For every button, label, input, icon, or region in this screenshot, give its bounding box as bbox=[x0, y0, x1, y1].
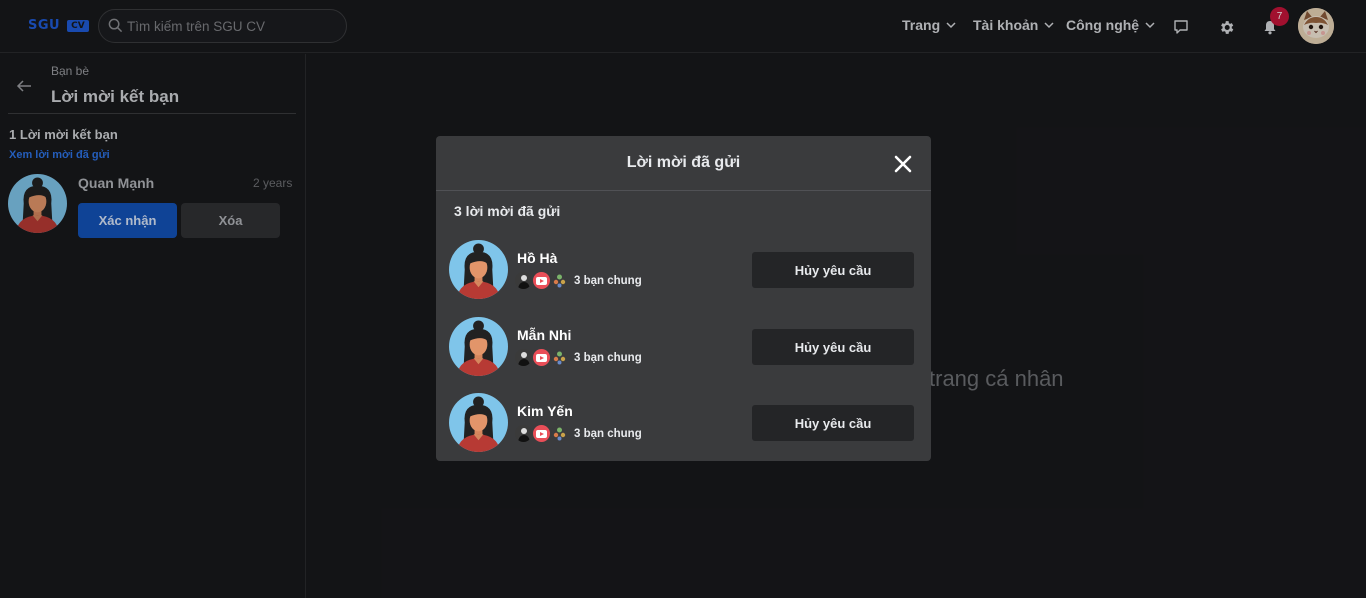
mutual-avatar bbox=[515, 349, 532, 366]
person-avatar-icon bbox=[449, 240, 508, 299]
cancel-request-button[interactable]: Hủy yêu cầu bbox=[752, 405, 914, 441]
mutual-count: 3 bạn chung bbox=[574, 351, 642, 364]
mutual-friends[interactable]: 3 bạn chung bbox=[515, 425, 642, 442]
close-icon[interactable] bbox=[892, 153, 914, 175]
list-item: Hồ Hà 3 bạn chung Hủy yêu cầu bbox=[436, 240, 931, 304]
mutual-avatar bbox=[551, 272, 568, 289]
cancel-request-button[interactable]: Hủy yêu cầu bbox=[752, 329, 914, 365]
mutual-avatar bbox=[533, 349, 550, 366]
avatar[interactable] bbox=[449, 317, 508, 376]
list-item: Mẫn Nhi 3 bạn chung Hủy yêu cầu bbox=[436, 317, 931, 381]
avatar[interactable] bbox=[449, 393, 508, 452]
mutual-avatar bbox=[551, 425, 568, 442]
avatar[interactable] bbox=[449, 240, 508, 299]
sent-requests-modal: Lời mời đã gửi 3 lời mời đã gửi Hồ Hà 3 bbox=[436, 136, 931, 461]
modal-header: Lời mời đã gửi bbox=[436, 136, 931, 191]
mutual-avatar bbox=[515, 425, 532, 442]
cancel-request-button[interactable]: Hủy yêu cầu bbox=[752, 252, 914, 288]
mutual-count: 3 bạn chung bbox=[574, 427, 642, 440]
person-avatar-icon bbox=[449, 393, 508, 452]
mutual-avatar bbox=[515, 272, 532, 289]
friend-name[interactable]: Kim Yến bbox=[517, 403, 573, 419]
mutual-count: 3 bạn chung bbox=[574, 274, 642, 287]
sent-count: 3 lời mời đã gửi bbox=[454, 203, 561, 219]
friend-name[interactable]: Mẫn Nhi bbox=[517, 327, 571, 343]
modal-title: Lời mời đã gửi bbox=[626, 154, 741, 171]
mutual-friends[interactable]: 3 bạn chung bbox=[515, 272, 642, 289]
mutual-avatar bbox=[533, 272, 550, 289]
mutual-avatar bbox=[551, 349, 568, 366]
friend-name[interactable]: Hồ Hà bbox=[517, 250, 557, 266]
list-item: Kim Yến 3 bạn chung Hủy yêu cầu bbox=[436, 393, 931, 457]
mutual-avatar bbox=[533, 425, 550, 442]
mutual-friends[interactable]: 3 bạn chung bbox=[515, 349, 642, 366]
person-avatar-icon bbox=[449, 317, 508, 376]
